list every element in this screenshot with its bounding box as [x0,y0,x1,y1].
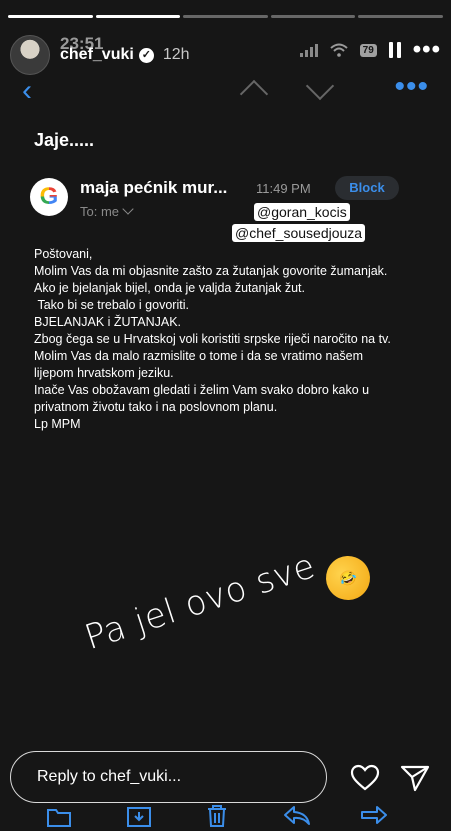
progress-segment [270,15,356,18]
story-header: 23:51 chef_vuki ✓ 12h 79 ••• [10,30,441,75]
signal-icon [299,43,318,57]
chevron-up-icon[interactable] [239,79,269,109]
body-line: Lp MPM [34,417,81,431]
overlay-text: Pa jel ovo sve [80,545,321,659]
mail-toolbar: ‹ ••• [22,72,429,109]
reply-icon[interactable] [283,804,311,828]
more-options-icon[interactable]: ••• [413,38,441,62]
email-subject: Jaje..... [34,130,95,150]
chevron-down-icon [122,203,134,215]
sender-row: G maja pećnik mur... 11:49 PM Block To: … [30,176,431,222]
body-line: Zbog čega se u Hrvatskoj voli koristiti … [34,332,391,346]
mention-tag[interactable]: @goran_kocis [254,203,350,221]
story-user[interactable]: chef_vuki ✓ 12h [60,46,190,64]
progress-segment [8,15,93,18]
more-horizontal-icon[interactable]: ••• [394,72,429,102]
email-time: 11:49 PM [256,181,311,196]
reply-input[interactable] [35,767,309,787]
avatar[interactable] [10,35,50,75]
trash-icon[interactable] [205,804,229,828]
body-line: Molim Vas da malo razmislite o tome i da… [34,349,367,380]
pause-button[interactable] [388,42,401,58]
heart-icon[interactable] [350,764,380,792]
body-line: Ako je bjelanjak bijel, onda je valjda ž… [34,281,306,295]
username[interactable]: chef_vuki [60,46,134,64]
body-line: Molim Vas da mi objasnite zašto za žutan… [34,264,388,278]
story-progress [8,15,443,18]
send-icon[interactable] [400,764,430,792]
mail-action-bar [0,804,451,831]
body-line: Inače Vas obožavam gledati i želim Vam s… [34,383,373,414]
body-line: Tako bi se trebalo i govoriti. [34,298,189,312]
progress-segment [358,15,443,18]
progress-segment [95,15,181,18]
wifi-icon [329,43,348,57]
verified-icon: ✓ [138,47,154,63]
chevron-down-icon[interactable] [305,71,335,101]
archive-icon[interactable] [126,804,152,828]
recipient-line[interactable]: To: me [80,203,134,219]
rofl-emoji-icon: 😂 [318,548,378,608]
battery-indicator: 79 [359,43,377,57]
progress-segment [183,15,268,18]
mention-tag[interactable]: @chef_sousedjouza [232,224,366,242]
body-line: Poštovani, [34,247,93,261]
time-ago: 12h [162,46,190,63]
sender-name[interactable]: maja pećnik mur... [80,178,227,198]
email-body: Poštovani, Molim Vas da mi objasnite zaš… [34,246,404,433]
body-line: BJELANJAK i ŽUTANJAK. [34,315,182,329]
header-actions: 79 ••• [299,38,441,62]
recipient-label: To: me [80,204,120,219]
google-icon: G [30,178,68,216]
chevron-left-icon[interactable]: ‹ [22,76,32,106]
block-button[interactable]: Block [335,176,399,200]
folder-icon[interactable] [46,804,72,828]
forward-icon[interactable] [360,804,388,828]
reply-field[interactable] [10,751,327,803]
